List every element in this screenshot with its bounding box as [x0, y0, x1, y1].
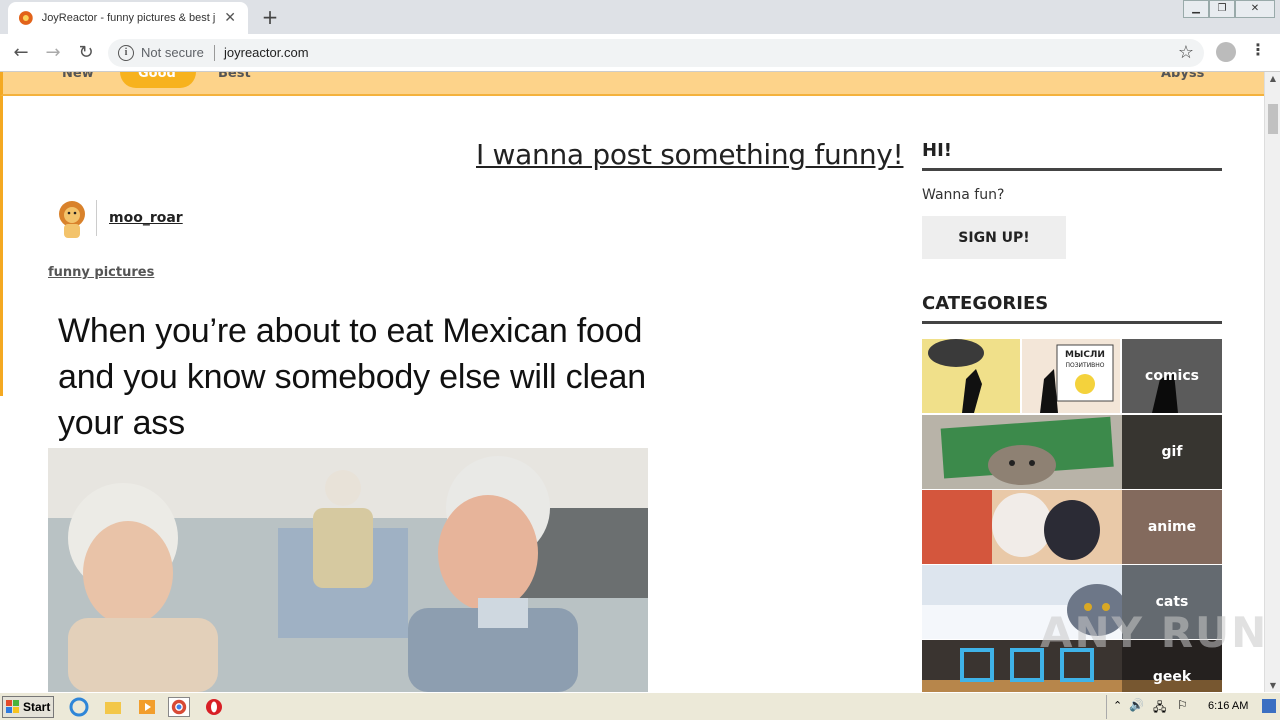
network-icon[interactable]: 🖧: [1153, 698, 1166, 719]
scroll-up-icon[interactable]: ▲: [1265, 74, 1280, 83]
categories-heading: CATEGORIES: [922, 293, 1049, 314]
category-label-anime: anime: [1122, 490, 1222, 564]
joyreactor-favicon-icon: [18, 11, 33, 25]
category-gif[interactable]: gif: [922, 415, 1222, 489]
tab-title: JoyReactor - funny pictures & best j: [41, 12, 216, 24]
address-bar[interactable]: i Not secure joyreactor.com ☆: [108, 39, 1204, 67]
post-image[interactable]: When you’re about to eat Mexican food an…: [48, 308, 648, 692]
taskbar-clock: 6:16 AM: [1208, 700, 1249, 712]
sidebar-rule-hi: [922, 168, 1222, 171]
sidebar-hi-text: Wanna fun?: [922, 187, 1005, 203]
post-something-link[interactable]: I wanna post something funny!: [476, 138, 904, 171]
bookmark-star-icon[interactable]: ☆: [1178, 42, 1194, 63]
meme-caption: When you’re about to eat Mexican food an…: [58, 312, 646, 442]
nav-abyss[interactable]: Abyss: [1161, 72, 1204, 80]
opera-icon[interactable]: [203, 697, 225, 717]
minimize-button[interactable]: ▁: [1183, 0, 1209, 18]
user-avatar[interactable]: [52, 198, 92, 240]
comic-sign-text-2: ПОЗИТИВНО: [1065, 362, 1104, 369]
internet-explorer-icon[interactable]: [68, 697, 90, 717]
restore-button[interactable]: ❐: [1209, 0, 1235, 18]
comic-sign-text-1: МЫСЛИ: [1065, 350, 1105, 360]
omnibox-separator: [214, 45, 215, 61]
sidebar-rule-categories: [922, 321, 1222, 324]
action-center-flag-icon[interactable]: ⚐: [1177, 698, 1188, 712]
browser-tabbar: JoyReactor - funny pictures & best j ✕ +…: [0, 0, 1280, 34]
windows-taskbar: Start ⌃ 🔊 🖧 ⚐ 6:16 AM: [0, 692, 1280, 720]
page-scrollbar[interactable]: ▲ ▼: [1264, 72, 1280, 692]
anyrun-watermark: ANY RUN: [1040, 608, 1269, 657]
reload-icon[interactable]: ↻: [73, 41, 99, 65]
sidebar-hi-heading: HI!: [922, 140, 952, 161]
start-button[interactable]: Start: [2, 696, 54, 718]
volume-icon[interactable]: 🔊: [1129, 698, 1144, 712]
url-text[interactable]: joyreactor.com: [224, 45, 309, 60]
close-window-button[interactable]: ✕: [1235, 0, 1275, 18]
info-icon[interactable]: i: [118, 45, 134, 61]
meme-photo: [48, 448, 648, 692]
show-desktop-icon[interactable]: [1262, 699, 1276, 713]
windows-flag-icon: [6, 700, 19, 713]
start-label: Start: [23, 700, 51, 714]
left-accent-stripe: [0, 96, 3, 396]
back-arrow-icon[interactable]: ←: [8, 41, 34, 65]
profile-icon[interactable]: [1216, 42, 1236, 62]
user-divider: [96, 200, 97, 236]
signup-button[interactable]: SIGN UP!: [922, 216, 1066, 259]
post-username[interactable]: moo_roar: [109, 210, 183, 226]
scroll-down-icon[interactable]: ▼: [1265, 681, 1280, 690]
category-anime[interactable]: anime: [922, 490, 1222, 564]
new-tab-button[interactable]: +: [258, 5, 282, 29]
category-label-comics: comics: [1122, 339, 1222, 413]
screen: JoyReactor - funny pictures & best j ✕ +…: [0, 0, 1280, 720]
tab-close-icon[interactable]: ✕: [222, 10, 238, 26]
category-comics[interactable]: МЫСЛИ ПОЗИТИВНО comics: [922, 339, 1222, 413]
page-content: New Good Best Abyss I wanna post somethi…: [0, 72, 1264, 692]
scroll-thumb[interactable]: [1268, 104, 1278, 134]
post-tag[interactable]: funny pictures: [48, 265, 154, 280]
forward-arrow-icon[interactable]: →: [40, 41, 66, 65]
nav-new[interactable]: New: [62, 72, 94, 80]
top-nav: New Good Best Abyss: [0, 72, 1264, 96]
security-label: Not secure: [141, 45, 204, 60]
system-tray: ⌃ 🔊 🖧 ⚐: [1106, 695, 1278, 719]
browser-tab[interactable]: JoyReactor - funny pictures & best j ✕: [8, 2, 248, 34]
browser-toolbar: ← → ↻ i Not secure joyreactor.com ☆ ⋮: [0, 34, 1280, 72]
category-label-gif: gif: [1122, 415, 1222, 489]
nav-best[interactable]: Best: [218, 72, 251, 80]
browser-menu-icon[interactable]: ⋮: [1250, 40, 1266, 59]
tray-expand-icon[interactable]: ⌃: [1113, 699, 1122, 712]
nav-good[interactable]: Good: [138, 72, 176, 80]
file-explorer-icon[interactable]: [102, 697, 124, 717]
media-player-icon[interactable]: [136, 697, 158, 717]
chrome-icon[interactable]: [168, 697, 190, 717]
